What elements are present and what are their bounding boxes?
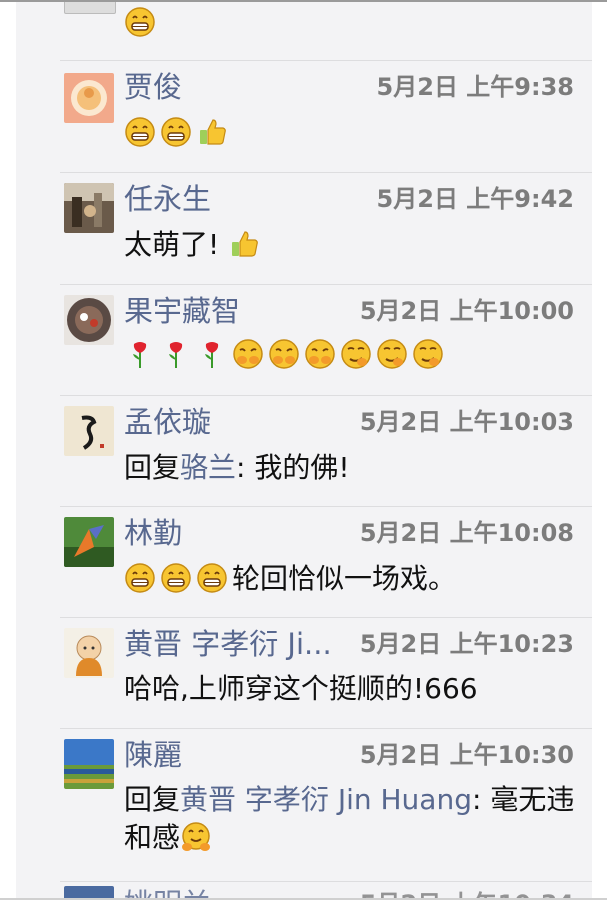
- giggle-emoji-icon: [304, 338, 336, 370]
- comment-time: 5月2日 上午10:08: [359, 519, 574, 547]
- comment-item: 贾俊 5月2日 上午9:38: [16, 61, 592, 172]
- comment-content: 哈哈,上师穿这个挺顺的!666: [124, 670, 578, 708]
- comment-time: 5月2日 上午9:42: [376, 185, 574, 213]
- comment-item: 陳麗 5月2日 上午10:30 回复黄晋 字孝衍 Jin Huang: 毫无违和…: [16, 729, 592, 881]
- comment-content: 回复黄晋 字孝衍 Jin Huang: 毫无违和感: [124, 781, 578, 857]
- comment-time: 5月2日 上午10:23: [359, 630, 574, 658]
- rose-emoji-icon: [160, 338, 192, 370]
- comment-list[interactable]: 贾俊 5月2日 上午9:38 任永生 5月2日 上午9:42 太萌了! 果宇藏智…: [16, 2, 592, 898]
- comment-time: 5月2日 上午10:00: [359, 297, 574, 325]
- comment-time: 5月2日 上午10:03: [359, 408, 574, 436]
- avatar[interactable]: [64, 517, 114, 567]
- comment-item: 任永生 5月2日 上午9:42 太萌了!: [16, 173, 592, 284]
- comment-item: 林勤 5月2日 上午10:08 轮回恰似一场戏。: [16, 507, 592, 617]
- avatar[interactable]: [64, 739, 114, 789]
- reply-target-link[interactable]: 骆兰: [180, 451, 236, 484]
- comment-item-partial: [16, 2, 592, 60]
- grin-emoji-icon: [124, 116, 156, 148]
- commenter-name[interactable]: 果宇藏智: [124, 293, 240, 329]
- comment-item: 黄晋 字孝衍 Ji... 5月2日 上午10:23 哈哈,上师穿这个挺顺的!66…: [16, 618, 592, 728]
- avatar[interactable]: [64, 2, 116, 14]
- comment-text: : 我的佛!: [236, 451, 350, 484]
- smirk-emoji-icon: [376, 338, 408, 370]
- avatar[interactable]: [64, 628, 114, 678]
- grin-emoji-icon: [124, 562, 156, 594]
- grin-emoji-icon: [196, 562, 228, 594]
- commenter-name[interactable]: 黄晋 字孝衍 Ji...: [124, 626, 332, 662]
- commenter-name[interactable]: 任永生: [124, 181, 211, 217]
- grin-emoji-icon: [124, 6, 156, 38]
- comment-content: [124, 4, 578, 42]
- reply-target-link[interactable]: 黄晋 字孝衍 Jin Huang: [180, 783, 472, 816]
- commenter-name[interactable]: 姚明兰: [124, 886, 211, 898]
- comment-text: 轮回恰似一场戏。: [232, 562, 457, 595]
- comment-content: [124, 336, 578, 374]
- reply-prefix: 回复: [124, 783, 181, 816]
- hug-emoji-icon: [180, 821, 212, 853]
- comment-time: 5月2日 上午9:38: [376, 73, 574, 101]
- comment-item: 孟依璇 5月2日 上午10:03 回复骆兰: 我的佛!: [16, 396, 592, 506]
- avatar[interactable]: [64, 183, 114, 233]
- comment-content: 太萌了!: [124, 226, 578, 264]
- thumbs-up-icon: [228, 228, 260, 260]
- giggle-emoji-icon: [232, 338, 264, 370]
- comment-text: 太萌了!: [124, 228, 220, 261]
- commenter-name[interactable]: 陳麗: [124, 737, 182, 773]
- comment-time: 5月2日 上午10:30: [359, 741, 574, 769]
- rose-emoji-icon: [196, 338, 228, 370]
- grin-emoji-icon: [160, 116, 192, 148]
- avatar[interactable]: [64, 406, 114, 456]
- reply-prefix: 回复: [124, 451, 181, 484]
- comment-item-partial: 姚明兰 5月2日 上午10:34: [16, 882, 592, 898]
- comment-item: 果宇藏智 5月2日 上午10:00: [16, 285, 592, 395]
- comment-content: [124, 114, 578, 152]
- smirk-emoji-icon: [340, 338, 372, 370]
- comment-time: 5月2日 上午10:34: [360, 886, 574, 898]
- rose-emoji-icon: [124, 338, 156, 370]
- giggle-emoji-icon: [268, 338, 300, 370]
- grin-emoji-icon: [160, 562, 192, 594]
- avatar[interactable]: [64, 73, 114, 123]
- comment-text: 哈哈,上师穿这个挺顺的!666: [124, 672, 478, 705]
- commenter-name[interactable]: 贾俊: [124, 69, 182, 105]
- avatar[interactable]: [64, 886, 114, 898]
- thumbs-up-icon: [196, 116, 228, 148]
- commenter-name[interactable]: 孟依璇: [124, 404, 211, 440]
- comment-content: 回复骆兰: 我的佛!: [124, 449, 578, 487]
- commenter-name[interactable]: 林勤: [124, 515, 182, 551]
- comment-content: 轮回恰似一场戏。: [124, 560, 578, 598]
- avatar[interactable]: [64, 295, 114, 345]
- smirk-emoji-icon: [412, 338, 444, 370]
